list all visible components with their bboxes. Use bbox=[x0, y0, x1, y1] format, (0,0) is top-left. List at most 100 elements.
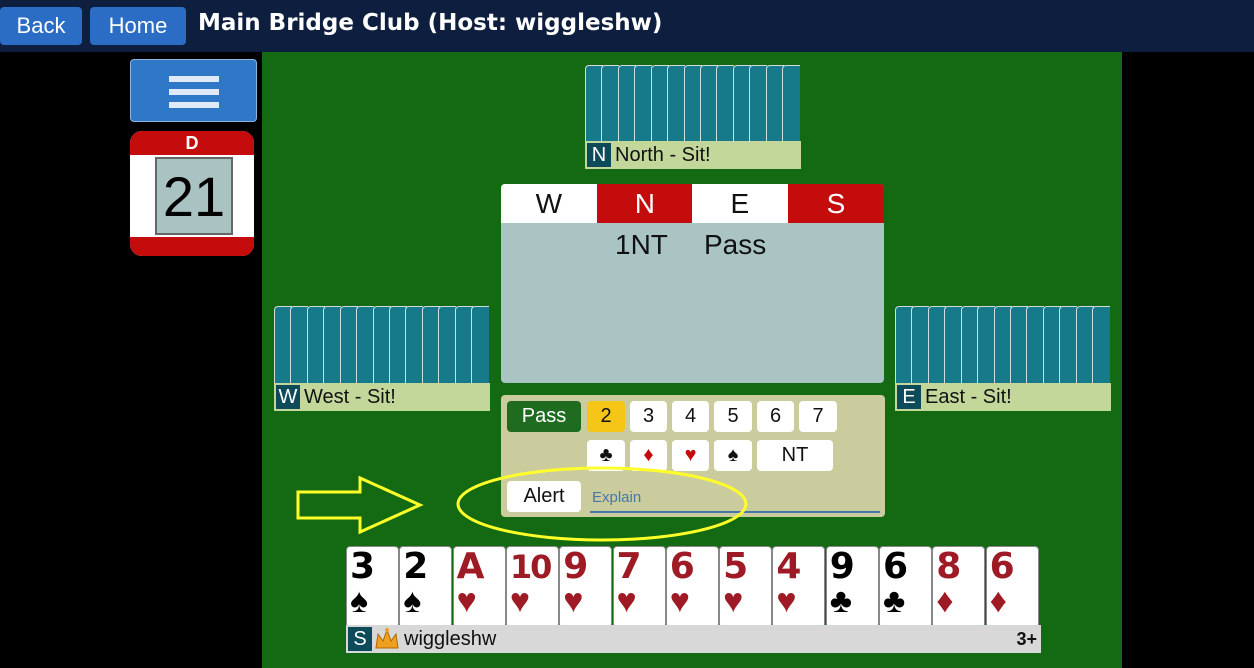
seat-letter: N bbox=[587, 143, 611, 167]
card-back bbox=[438, 306, 457, 383]
card-back bbox=[471, 306, 489, 383]
hand-card[interactable]: 5 ♥ bbox=[719, 546, 773, 628]
card-rank: 9 bbox=[829, 546, 855, 587]
card-back bbox=[749, 65, 768, 142]
card-rank: 7 bbox=[616, 546, 642, 587]
card-back bbox=[765, 65, 784, 142]
card-back bbox=[634, 65, 653, 142]
card-back bbox=[388, 306, 407, 383]
card-suit-icon: ♥ bbox=[723, 582, 744, 620]
card-suit-icon: ♦ bbox=[989, 582, 1007, 620]
hand-card[interactable]: A ♥ bbox=[452, 546, 506, 628]
card-back bbox=[306, 306, 325, 383]
card-rank: 9 bbox=[563, 546, 589, 587]
spades-strain-button[interactable]: ♠ bbox=[714, 440, 752, 471]
card-suit-icon: ♥ bbox=[776, 582, 797, 620]
card-suit-icon: ♥ bbox=[616, 582, 637, 620]
north-seat-label: North - Sit! bbox=[615, 144, 711, 166]
hand-card[interactable]: 9 ♥ bbox=[559, 546, 613, 628]
west-seat-label: West - Sit! bbox=[304, 386, 396, 408]
card-suit-icon: ♦ bbox=[936, 582, 954, 620]
hamburger-icon-line bbox=[169, 89, 219, 95]
back-button[interactable]: Back bbox=[0, 7, 82, 45]
card-back bbox=[667, 65, 686, 142]
card-suit-icon: ♣ bbox=[829, 582, 852, 620]
bidding-box: Pass 2 3 4 5 6 7 ♣ ♦ ♥ ♠ NT Alert bbox=[501, 395, 885, 517]
card-back bbox=[699, 65, 718, 142]
card-back bbox=[323, 306, 342, 383]
card-rank: A bbox=[456, 546, 485, 587]
card-suit-icon: ♥ bbox=[509, 582, 531, 620]
level-7-button[interactable]: 7 bbox=[799, 401, 837, 432]
card-back bbox=[650, 65, 669, 142]
alert-button[interactable]: Alert bbox=[507, 481, 581, 512]
pass-button[interactable]: Pass bbox=[507, 401, 581, 432]
hand-card[interactable]: 4 ♥ bbox=[772, 546, 826, 628]
card-back bbox=[960, 306, 979, 383]
diamonds-strain-button[interactable]: ♦ bbox=[630, 440, 667, 471]
auction-header-east: E bbox=[692, 184, 788, 223]
hand-card[interactable]: 7 ♥ bbox=[612, 546, 666, 628]
east-seat-label: East - Sit! bbox=[925, 386, 1012, 408]
menu-button[interactable] bbox=[130, 59, 257, 122]
card-back bbox=[993, 306, 1012, 383]
auction-bid-east: Pass bbox=[704, 229, 767, 260]
card-back bbox=[290, 306, 309, 383]
card-rank: 2 bbox=[403, 546, 429, 587]
card-back bbox=[421, 306, 440, 383]
hand-card[interactable]: 6 ♥ bbox=[665, 546, 719, 628]
dealer-marker: D bbox=[185, 133, 199, 153]
player-rating-badge: 3+ bbox=[1016, 629, 1037, 649]
north-hand-backs bbox=[585, 65, 800, 142]
card-rank: 6 bbox=[989, 546, 1015, 587]
card-rank: 4 bbox=[776, 546, 802, 587]
card-back bbox=[782, 65, 800, 142]
hand-card[interactable]: 6 ♣ bbox=[879, 546, 932, 628]
hamburger-icon bbox=[169, 76, 219, 82]
clubs-strain-button[interactable]: ♣ bbox=[587, 440, 625, 471]
card-rank: 5 bbox=[723, 546, 749, 587]
auction-header-north: N bbox=[597, 184, 693, 223]
auction-header-south: S bbox=[788, 184, 884, 223]
level-6-button[interactable]: 6 bbox=[757, 401, 794, 432]
home-button[interactable]: Home bbox=[90, 7, 186, 45]
explain-input[interactable] bbox=[590, 483, 880, 513]
auction-bid-north: 1NT bbox=[615, 229, 668, 260]
north-seat-sit-button[interactable]: N North - Sit! bbox=[585, 141, 801, 169]
notrump-strain-button[interactable]: NT bbox=[757, 440, 833, 471]
west-hand-backs bbox=[274, 306, 489, 383]
south-player-name: wiggleshw bbox=[404, 628, 497, 650]
hearts-strain-button[interactable]: ♥ bbox=[672, 440, 709, 471]
east-hand-backs bbox=[895, 306, 1110, 383]
south-seat-bar: S wiggleshw 3+ bbox=[346, 625, 1041, 653]
card-back bbox=[977, 306, 996, 383]
card-back bbox=[683, 65, 702, 142]
card-back bbox=[274, 306, 292, 383]
card-back bbox=[454, 306, 473, 383]
seat-letter: S bbox=[348, 627, 372, 651]
hand-card[interactable]: 9 ♣ bbox=[825, 546, 879, 628]
level-5-button[interactable]: 5 bbox=[714, 401, 752, 432]
west-seat-sit-button[interactable]: W West - Sit! bbox=[274, 383, 490, 411]
level-4-button[interactable]: 4 bbox=[672, 401, 709, 432]
card-back bbox=[1092, 306, 1110, 383]
auction-panel: W N E S 1NT Pass bbox=[501, 184, 884, 383]
east-seat-sit-button[interactable]: E East - Sit! bbox=[895, 383, 1111, 411]
card-suit-icon: ♥ bbox=[563, 582, 584, 620]
board-indicator: D 21 bbox=[130, 131, 254, 256]
card-back bbox=[339, 306, 358, 383]
hand-card[interactable]: 3 ♠ bbox=[346, 546, 399, 628]
hand-card[interactable]: 6 ♦ bbox=[985, 546, 1039, 628]
card-rank: 6 bbox=[883, 546, 909, 587]
card-suit-icon: ♠ bbox=[403, 582, 422, 620]
level-3-button[interactable]: 3 bbox=[630, 401, 667, 432]
card-suit-icon: ♥ bbox=[669, 582, 690, 620]
hand-card[interactable]: 10 ♥ bbox=[505, 546, 559, 628]
hand-card[interactable]: 8 ♦ bbox=[932, 546, 986, 628]
level-2-button[interactable]: 2 bbox=[587, 401, 625, 432]
board-vul-bottom bbox=[130, 237, 254, 256]
hand-card[interactable]: 2 ♠ bbox=[399, 546, 453, 628]
card-back bbox=[1075, 306, 1094, 383]
page-title: Main Bridge Club (Host: wiggleshw) bbox=[198, 10, 663, 36]
card-back bbox=[601, 65, 620, 142]
